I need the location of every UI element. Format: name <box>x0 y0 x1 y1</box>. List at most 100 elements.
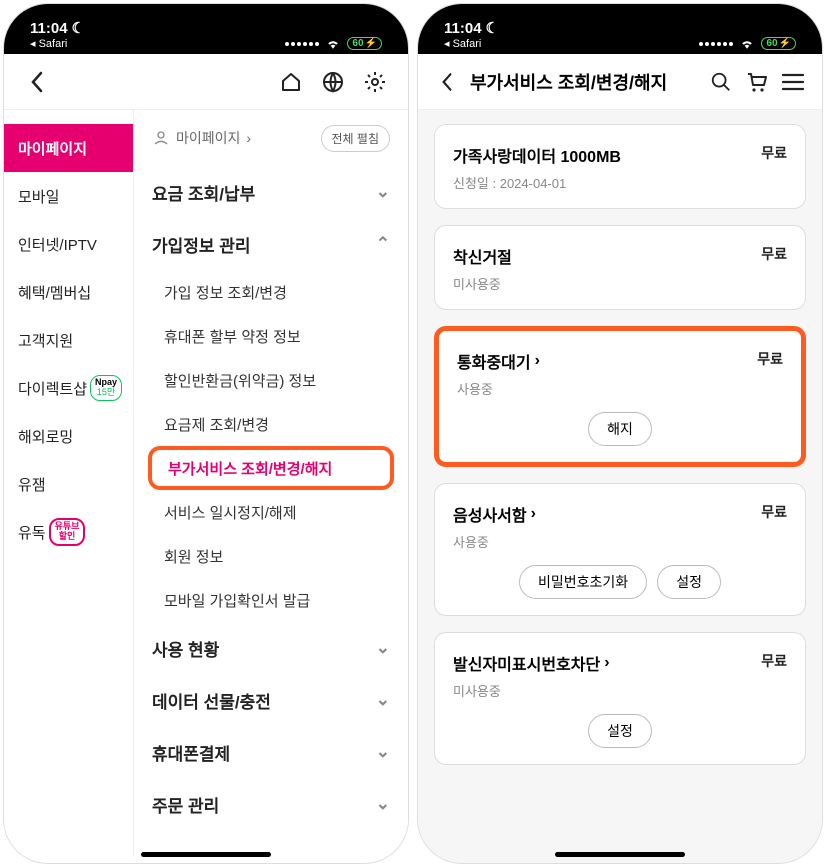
back-button[interactable] <box>24 69 50 95</box>
moon-icon: ☾ <box>72 21 85 38</box>
chevron-right-icon: › <box>604 654 609 672</box>
menu-item[interactable]: 가입 정보 조회/변경 <box>152 270 390 314</box>
sidebar-item[interactable]: 유독유튜브 할인 <box>4 508 133 556</box>
page-title: 부가서비스 조회/변경/해지 <box>470 69 698 95</box>
sidebar-item[interactable]: 해외로밍 <box>4 412 133 460</box>
card-title[interactable]: 음성사서함› <box>453 502 536 526</box>
card-title: 착신거절 <box>453 244 512 268</box>
sidebar-item-label: 다이렉트샵 <box>18 378 87 399</box>
section-title: 휴대폰결제 <box>152 740 230 765</box>
sidebar-item-label: 모바일 <box>18 186 59 207</box>
menu-item[interactable]: 회원 정보 <box>152 534 390 578</box>
chevron-right-icon: › <box>531 505 536 523</box>
sidebar-item[interactable]: 다이렉트샵Npay15만 <box>4 364 133 412</box>
main-panel: 마이페이지 › 전체 펼침 요금 조회/납부⌄가입정보 관리⌃가입 정보 조회/… <box>134 110 408 857</box>
signal-icon <box>285 42 319 46</box>
status-bar: 11:04☾ ◂ Safari 60⚡ <box>4 4 408 54</box>
menu-item[interactable]: 서비스 일시정지/해제 <box>152 490 390 534</box>
service-card: 음성사서함› 사용중 무료비밀번호초기화 설정 <box>434 483 806 616</box>
npay-badge: Npay15만 <box>90 375 122 401</box>
user-icon <box>152 129 170 147</box>
action-button[interactable]: 해지 <box>588 412 652 446</box>
sidebar-item[interactable]: 고객지원 <box>4 316 133 364</box>
back-button[interactable] <box>434 69 460 95</box>
card-title[interactable]: 발신자미표시번호차단› <box>453 651 610 675</box>
sidebar-item-label: 유독 <box>18 522 46 543</box>
home-indicator[interactable] <box>555 852 685 857</box>
section-header[interactable]: 요금 조회/납부⌄ <box>152 166 390 218</box>
section-header[interactable]: 가입정보 관리 ⌃ <box>152 218 390 270</box>
section-title: 사용 현황 <box>152 636 219 661</box>
service-card: 착신거절미사용중 무료 <box>434 225 806 310</box>
section-title: 요금 조회/납부 <box>152 180 255 205</box>
action-button[interactable]: 설정 <box>657 565 721 599</box>
battery-indicator: 60⚡ <box>347 37 382 50</box>
phone-left: 11:04☾ ◂ Safari 60⚡ 마이페이지모바일인터넷/IPTV 혜택/멤… <box>4 4 408 863</box>
chevron-right-icon: › <box>535 352 540 370</box>
price-label: 무료 <box>761 244 787 264</box>
menu-icon[interactable] <box>780 69 806 95</box>
status-back-app[interactable]: ◂ Safari <box>30 38 85 50</box>
sidebar-item-label: 유잼 <box>18 474 46 495</box>
service-card: 통화중대기› 사용중 무료해지 <box>434 326 806 467</box>
wifi-icon <box>739 38 755 50</box>
card-subtitle: 미사용중 <box>453 274 512 293</box>
sidebar-item-label: 해외로밍 <box>18 426 73 447</box>
service-list: 가족사랑데이터 1000MB신청일 : 2024-04-01무료착신거절미사용중… <box>418 110 822 863</box>
card-subtitle: 미사용중 <box>453 681 610 700</box>
sidebar: 마이페이지모바일인터넷/IPTV혜택/멤버십고객지원다이렉트샵Npay15만해외… <box>4 110 134 857</box>
section-header[interactable]: 휴대폰결제⌄ <box>152 726 390 778</box>
status-time: 11:04 <box>30 21 68 38</box>
service-card: 가족사랑데이터 1000MB신청일 : 2024-04-01무료 <box>434 124 806 209</box>
home-indicator[interactable] <box>141 852 271 857</box>
chevron-down-icon: ⌄ <box>376 638 390 658</box>
home-icon[interactable] <box>278 69 304 95</box>
section-header[interactable]: 데이터 선물/충전 ⌄ <box>152 674 390 726</box>
sidebar-item-label: 혜택/멤버십 <box>18 282 91 303</box>
menu-item[interactable]: 할인반환금(위약금) 정보 <box>152 358 390 402</box>
price-label: 무료 <box>761 502 787 522</box>
chevron-right-icon: › <box>246 130 251 146</box>
menu-item[interactable]: 모바일 가입확인서 발급 <box>152 578 390 622</box>
section-header[interactable]: 사용 현황 ⌄ <box>152 622 390 674</box>
top-bar <box>4 54 408 110</box>
card-subtitle: 사용중 <box>457 379 540 398</box>
status-back-app[interactable]: ◂ Safari <box>444 38 499 50</box>
phone-right: 11:04☾ ◂ Safari 60⚡ 부가서비스 조회/변경/해지 가족사랑데… <box>418 4 822 863</box>
status-bar: 11:04☾ ◂ Safari 60⚡ <box>418 4 822 54</box>
sidebar-item-label: 인터넷/IPTV <box>18 234 97 255</box>
sidebar-item[interactable]: 모바일 <box>4 172 133 220</box>
price-label: 무료 <box>757 349 783 369</box>
section-title: 데이터 선물/충전 <box>152 688 271 713</box>
search-icon[interactable] <box>708 69 734 95</box>
youtube-badge: 유튜브 할인 <box>49 518 86 546</box>
menu-item[interactable]: 휴대폰 할부 약정 정보 <box>152 314 390 358</box>
sidebar-item-label: 마이페이지 <box>18 138 87 159</box>
settings-icon[interactable] <box>362 69 388 95</box>
expand-all-button[interactable]: 전체 펼침 <box>321 125 391 152</box>
sidebar-item[interactable]: 인터넷/IPTV <box>4 220 133 268</box>
card-title: 가족사랑데이터 1000MB <box>453 143 621 167</box>
sidebar-item[interactable]: 마이페이지 <box>4 124 133 172</box>
action-button[interactable]: 비밀번호초기화 <box>519 565 647 599</box>
section-title: 가입정보 관리 <box>152 232 251 257</box>
menu-item[interactable]: 요금제 조회/변경 <box>152 402 390 446</box>
card-subtitle: 사용중 <box>453 532 536 551</box>
sidebar-item[interactable]: 유잼 <box>4 460 133 508</box>
action-button[interactable]: 설정 <box>588 714 652 748</box>
wifi-icon <box>325 38 341 50</box>
price-label: 무료 <box>761 651 787 671</box>
menu-item[interactable]: 부가서비스 조회/변경/해지 <box>148 446 394 490</box>
breadcrumb[interactable]: 마이페이지 › <box>152 128 251 148</box>
moon-icon: ☾ <box>486 21 499 38</box>
section-title: 주문 관리 <box>152 792 219 817</box>
chevron-up-icon: ⌃ <box>376 234 390 254</box>
sidebar-item[interactable]: 혜택/멤버십 <box>4 268 133 316</box>
cart-icon[interactable] <box>744 69 770 95</box>
chevron-down-icon: ⌄ <box>376 690 390 710</box>
signal-icon <box>699 42 733 46</box>
section-header[interactable]: 주문 관리⌄ <box>152 778 390 830</box>
card-subtitle: 신청일 : 2024-04-01 <box>453 173 621 192</box>
card-title[interactable]: 통화중대기› <box>457 349 540 373</box>
globe-icon[interactable] <box>320 69 346 95</box>
